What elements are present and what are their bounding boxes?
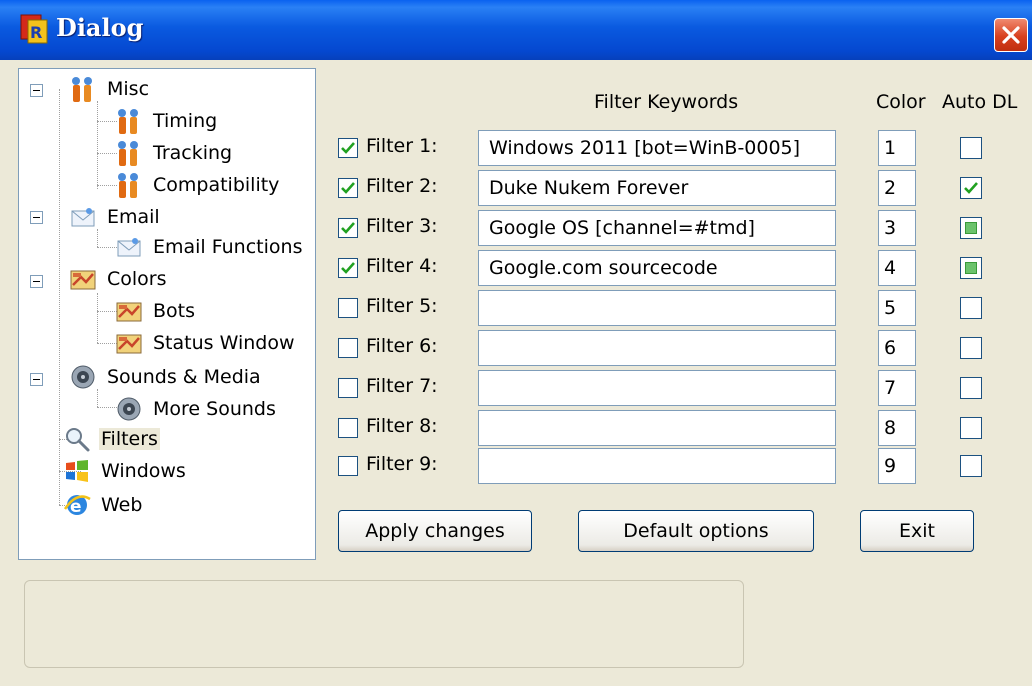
settings-tree[interactable]: Misc Timing Tracking Compatibility Email… — [18, 68, 316, 560]
check-icon — [341, 182, 355, 194]
tree-item-misc[interactable]: Misc — [69, 75, 151, 103]
default-options-button[interactable]: Default options — [578, 510, 814, 552]
tree-item-status-window[interactable]: Status Window — [115, 329, 297, 357]
colors-icon — [70, 270, 96, 290]
filter-9-label: Filter 9: — [366, 453, 438, 475]
filter-5-auto-dl-checkbox[interactable] — [960, 297, 982, 319]
filter-1-color-input[interactable] — [878, 130, 916, 166]
tree-item-web[interactable]: e Web — [63, 491, 144, 519]
indeterminate-mark — [965, 262, 977, 274]
tools-icon — [72, 77, 92, 102]
filter-1-auto-dl-checkbox[interactable] — [960, 137, 982, 159]
check-icon — [341, 222, 355, 234]
email-icon — [117, 238, 141, 257]
filter-2-keywords-input[interactable] — [478, 170, 836, 206]
tree-item-email-functions[interactable]: Email Functions — [115, 233, 304, 261]
filter-1-label: Filter 1: — [366, 135, 438, 157]
speaker-icon — [117, 397, 141, 421]
tree-item-bots[interactable]: Bots — [115, 297, 197, 325]
indeterminate-mark — [965, 222, 977, 234]
filter-keywords-header: Filter Keywords — [594, 91, 739, 113]
check-icon — [341, 262, 355, 274]
close-button[interactable] — [994, 18, 1028, 52]
filter-7-checkbox[interactable] — [338, 378, 358, 398]
tree-item-email[interactable]: Email — [69, 203, 162, 231]
filter-1-keywords-input[interactable] — [478, 130, 836, 166]
filter-6-auto-dl-checkbox[interactable] — [960, 337, 982, 359]
filter-4-checkbox[interactable] — [338, 258, 358, 278]
filter-8-auto-dl-checkbox[interactable] — [960, 417, 982, 439]
expander-colors[interactable] — [30, 275, 43, 288]
filter-3-auto-dl-checkbox[interactable] — [960, 217, 982, 239]
windows-flag-icon — [66, 460, 88, 482]
magnifier-icon — [66, 428, 90, 452]
expander-misc[interactable] — [30, 84, 43, 97]
check-icon — [964, 182, 978, 194]
title-bar[interactable]: R Dialog — [0, 0, 1032, 60]
email-icon — [71, 208, 95, 227]
filter-7-auto-dl-checkbox[interactable] — [960, 377, 982, 399]
filter-7-label: Filter 7: — [366, 375, 438, 397]
filter-3-color-input[interactable] — [878, 210, 916, 246]
filter-3-label: Filter 3: — [366, 215, 438, 237]
filter-3-checkbox[interactable] — [338, 218, 358, 238]
filter-7-color-input[interactable] — [878, 370, 916, 406]
filter-5-checkbox[interactable] — [338, 298, 358, 318]
filter-4-color-input[interactable] — [878, 250, 916, 286]
apply-changes-button[interactable]: Apply changes — [338, 510, 532, 552]
filter-5-keywords-input[interactable] — [478, 290, 836, 326]
dialog-window: R Dialog Misc Timing Tracking Compatibil… — [0, 0, 1032, 686]
tree-item-compatibility[interactable]: Compatibility — [115, 171, 281, 199]
svg-text:R: R — [30, 23, 42, 42]
filter-1-checkbox[interactable] — [338, 138, 358, 158]
app-icon: R — [20, 14, 48, 44]
filter-9-color-input[interactable] — [878, 448, 916, 484]
expander-email[interactable] — [30, 211, 43, 224]
filter-9-checkbox[interactable] — [338, 456, 358, 476]
window-title: Dialog — [56, 13, 144, 42]
filter-4-auto-dl-checkbox[interactable] — [960, 257, 982, 279]
filter-4-keywords-input[interactable] — [478, 250, 836, 286]
tools-icon — [118, 109, 138, 134]
colors-icon — [116, 334, 142, 354]
filter-2-checkbox[interactable] — [338, 178, 358, 198]
filter-7-keywords-input[interactable] — [478, 370, 836, 406]
filter-6-color-input[interactable] — [878, 330, 916, 366]
tree-item-timing[interactable]: Timing — [115, 107, 219, 135]
tree-item-sounds-media[interactable]: Sounds & Media — [69, 363, 263, 391]
check-icon — [341, 142, 355, 154]
expander-sounds[interactable] — [30, 373, 43, 386]
auto-dl-header: Auto DL — [942, 91, 1018, 113]
tree-item-colors[interactable]: Colors — [69, 265, 169, 293]
filter-8-keywords-input[interactable] — [478, 410, 836, 446]
tree-item-windows[interactable]: Windows — [63, 457, 188, 485]
filter-2-color-input[interactable] — [878, 170, 916, 206]
close-icon — [1002, 26, 1020, 44]
tools-icon — [118, 141, 138, 166]
status-panel — [24, 580, 744, 668]
filter-2-auto-dl-checkbox[interactable] — [960, 177, 982, 199]
tree-item-tracking[interactable]: Tracking — [115, 139, 234, 167]
filter-5-label: Filter 5: — [366, 295, 438, 317]
tree-item-filters[interactable]: Filters — [63, 425, 160, 453]
filter-9-keywords-input[interactable] — [478, 448, 836, 484]
color-header: Color — [876, 91, 926, 113]
filter-5-color-input[interactable] — [878, 290, 916, 326]
filter-3-keywords-input[interactable] — [478, 210, 836, 246]
filter-2-label: Filter 2: — [366, 175, 438, 197]
tools-icon — [118, 173, 138, 198]
ie-icon: e — [63, 495, 91, 517]
filter-8-label: Filter 8: — [366, 415, 438, 437]
colors-icon — [116, 302, 142, 322]
filter-4-label: Filter 4: — [366, 255, 438, 277]
filter-6-label: Filter 6: — [366, 335, 438, 357]
tree-item-more-sounds[interactable]: More Sounds — [115, 395, 278, 423]
filter-8-color-input[interactable] — [878, 410, 916, 446]
filter-9-auto-dl-checkbox[interactable] — [960, 455, 982, 477]
filter-8-checkbox[interactable] — [338, 418, 358, 438]
filter-6-keywords-input[interactable] — [478, 330, 836, 366]
speaker-icon — [71, 365, 95, 389]
filter-6-checkbox[interactable] — [338, 338, 358, 358]
exit-button[interactable]: Exit — [860, 510, 974, 552]
